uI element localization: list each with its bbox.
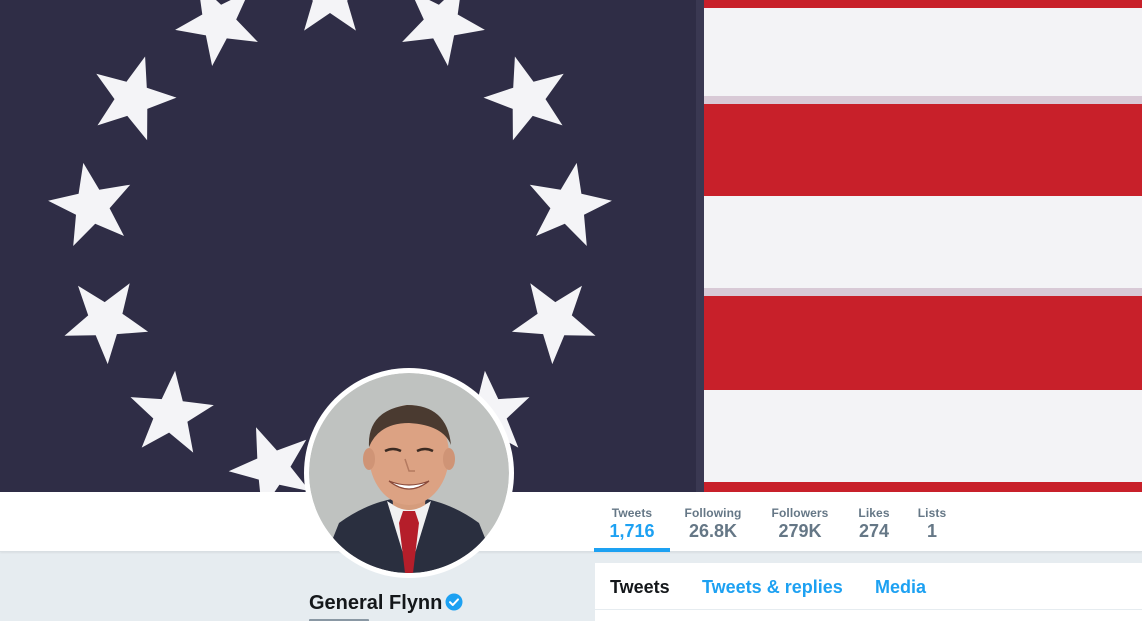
stat-followers[interactable]: Followers 279K — [768, 492, 832, 552]
stat-tweets-label: Tweets — [611, 506, 653, 520]
profile-name[interactable]: General Flynn — [309, 592, 463, 617]
stat-lists-label: Lists — [917, 506, 947, 520]
stat-lists-value: 1 — [926, 521, 937, 541]
stat-followers-value: 279K — [778, 521, 822, 541]
timeline: Tweets Tweets & replies Media — [595, 563, 1142, 621]
profile-page: Tweets 1,716 Following 26.8K Followers 2… — [0, 0, 1142, 621]
tab-media[interactable]: Media — [875, 577, 926, 598]
stat-likes-value: 274 — [858, 521, 890, 541]
avatar-photo — [309, 373, 509, 573]
profile-name-text: General Flynn — [309, 592, 443, 614]
stat-following[interactable]: Following 26.8K — [680, 492, 746, 552]
stat-tweets[interactable]: Tweets 1,716 — [594, 492, 670, 552]
profile-nav: Tweets 1,716 Following 26.8K Followers 2… — [0, 492, 1142, 552]
stat-following-value: 26.8K — [688, 521, 738, 541]
tab-tweets-and-replies[interactable]: Tweets & replies — [702, 577, 843, 598]
stat-likes[interactable]: Likes 274 — [852, 492, 896, 552]
stat-lists[interactable]: Lists 1 — [914, 492, 950, 552]
profile-avatar[interactable] — [304, 368, 514, 578]
screen-name-cutoff — [309, 616, 389, 621]
stat-tweets-value: 1,716 — [609, 521, 655, 541]
stat-following-label: Following — [684, 506, 742, 520]
profile-banner[interactable] — [0, 0, 1142, 492]
timeline-tabs: Tweets Tweets & replies Media — [595, 563, 1142, 610]
stat-followers-label: Followers — [771, 506, 829, 520]
stat-likes-label: Likes — [858, 506, 890, 520]
banner-flag-image — [0, 0, 1142, 492]
verified-badge-icon — [445, 593, 463, 617]
tab-tweets[interactable]: Tweets — [610, 577, 670, 598]
